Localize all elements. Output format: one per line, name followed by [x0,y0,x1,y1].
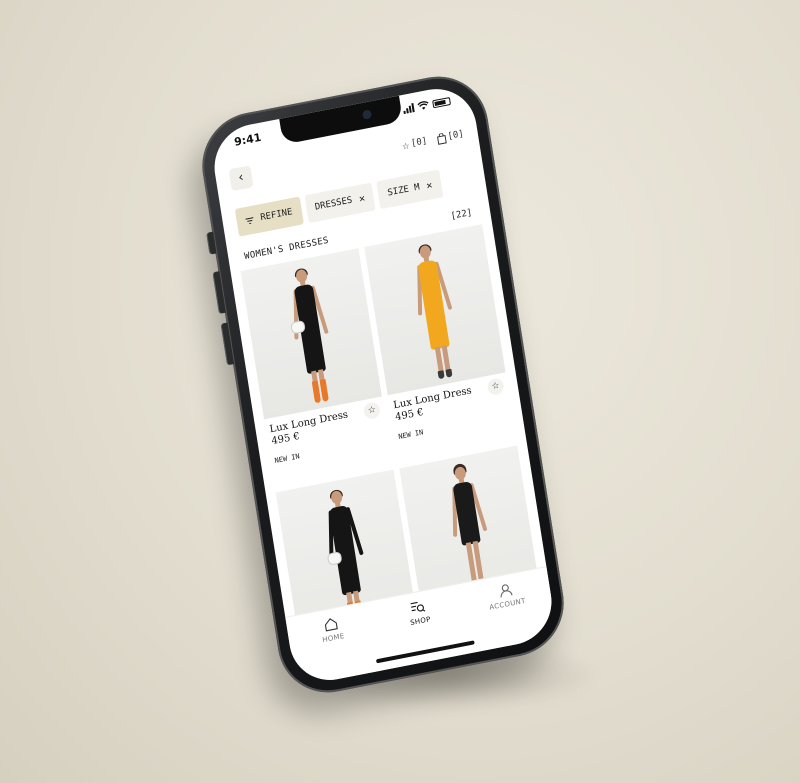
refine-label: REFINE [259,207,294,224]
mute-switch [206,231,217,255]
phone-mockup: 9:41 ‹ ☆ [0] [0] REFINE DRESSES ✕ SIZE M… [194,67,572,702]
filter-chip-label: SIZE M [386,182,421,199]
product-image[interactable] [364,224,506,396]
wifi-icon [417,101,429,110]
star-outline-icon: ☆ [367,404,377,417]
tab-label: SHOP [409,615,432,628]
favorites-count: [0] [410,136,428,150]
product-card[interactable]: Lux Long Dress 495 € NEW IN ☆ [364,224,516,460]
camera-icon [361,109,373,120]
filter-chip-size[interactable]: SIZE M ✕ [376,169,444,210]
shop-search-icon [411,601,426,612]
user-icon [500,584,513,598]
bag-count: [0] [446,129,465,143]
shopping-bag-icon [436,132,447,145]
refine-button[interactable]: REFINE [234,196,304,237]
tab-account[interactable]: ACCOUNT [470,577,543,615]
model-figure [281,266,342,412]
tab-shop[interactable]: SHOP [383,594,456,632]
filter-chip-dresses[interactable]: DRESSES ✕ [304,182,377,224]
notch [279,95,404,145]
tab-home[interactable]: HOME [296,611,369,649]
product-image[interactable] [240,248,382,420]
filter-lines-icon [245,216,254,224]
status-icons [403,96,452,115]
volume-down-button [220,322,235,366]
favorites-button[interactable]: ☆ [0] [401,134,428,153]
volume-up-button [212,271,226,314]
star-outline-icon: ☆ [401,137,411,153]
results-count: [22] [450,207,473,222]
chevron-left-icon: ‹ [237,169,245,186]
header-counters: ☆ [0] [0] [401,127,465,153]
app-screen: 9:41 ‹ ☆ [0] [0] REFINE DRESSES ✕ SIZE M… [208,81,558,688]
bag-button[interactable]: [0] [436,127,465,146]
model-figure [405,242,466,388]
star-outline-icon: ☆ [490,380,501,393]
tab-label: ACCOUNT [488,596,527,612]
tab-label: HOME [321,632,346,645]
back-button[interactable]: ‹ [228,165,254,192]
close-icon[interactable]: ✕ [358,193,366,205]
filter-chip-label: DRESSES [314,195,354,213]
battery-icon [432,96,451,108]
cellular-signal-icon [403,103,415,115]
home-icon [325,618,339,632]
close-icon[interactable]: ✕ [426,179,434,191]
scene: 9:41 ‹ ☆ [0] [0] REFINE DRESSES ✕ SIZE M… [0,0,800,783]
status-time: 9:41 [233,130,263,149]
